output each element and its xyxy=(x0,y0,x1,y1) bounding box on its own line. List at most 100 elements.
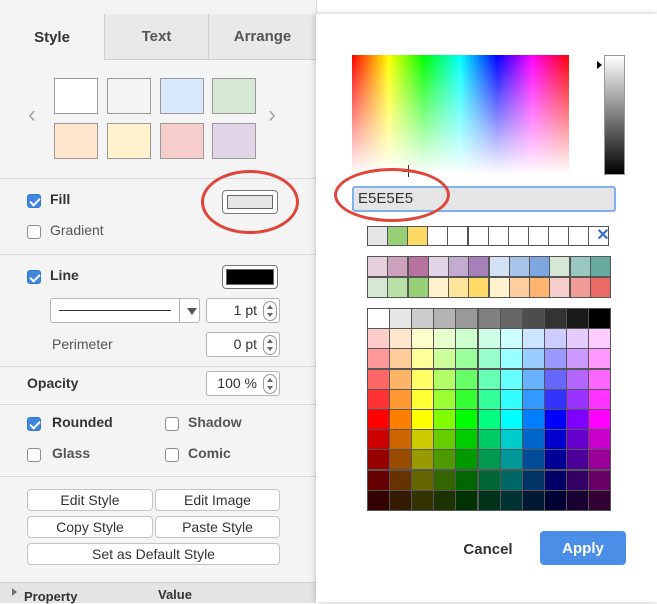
copy-style-button[interactable]: Copy Style xyxy=(27,516,153,538)
palette-color-swatch[interactable] xyxy=(367,308,390,329)
palette-color-swatch[interactable] xyxy=(522,429,545,450)
palette-color-swatch[interactable] xyxy=(433,328,456,349)
cancel-button[interactable]: Cancel xyxy=(452,533,524,565)
recent-color-swatch[interactable] xyxy=(528,226,549,246)
preset-color-swatch[interactable] xyxy=(428,256,449,277)
palette-color-swatch[interactable] xyxy=(478,308,501,329)
palette-color-swatch[interactable] xyxy=(455,470,478,491)
palette-color-swatch[interactable] xyxy=(566,449,589,470)
palette-color-swatch[interactable] xyxy=(566,470,589,491)
palette-color-swatch[interactable] xyxy=(566,308,589,329)
palette-color-swatch[interactable] xyxy=(500,328,523,349)
preset-color-swatch[interactable] xyxy=(428,277,449,298)
preset-color-swatch[interactable] xyxy=(529,256,550,277)
palette-color-swatch[interactable] xyxy=(522,389,545,410)
style-swatch[interactable] xyxy=(54,123,98,159)
palette-color-swatch[interactable] xyxy=(367,389,390,410)
palette-color-swatch[interactable] xyxy=(500,409,523,430)
palette-color-swatch[interactable] xyxy=(433,409,456,430)
palette-color-swatch[interactable] xyxy=(544,470,567,491)
palette-color-swatch[interactable] xyxy=(411,409,434,430)
palette-color-swatch[interactable] xyxy=(588,348,611,369)
palette-color-swatch[interactable] xyxy=(433,348,456,369)
palette-color-swatch[interactable] xyxy=(566,389,589,410)
palette-color-swatch[interactable] xyxy=(411,449,434,470)
palette-color-swatch[interactable] xyxy=(367,470,390,491)
palette-color-swatch[interactable] xyxy=(411,308,434,329)
edit-image-button[interactable]: Edit Image xyxy=(155,489,280,511)
palette-color-swatch[interactable] xyxy=(367,449,390,470)
clear-recent-icon[interactable]: ✕ xyxy=(595,228,611,244)
preset-color-swatch[interactable] xyxy=(590,277,611,298)
palette-color-swatch[interactable] xyxy=(389,369,412,390)
apply-button[interactable]: Apply xyxy=(540,531,626,565)
palette-color-swatch[interactable] xyxy=(455,389,478,410)
preset-color-swatch[interactable] xyxy=(367,256,388,277)
recent-color-swatch[interactable] xyxy=(427,226,448,246)
perimeter-field[interactable]: 0 pt xyxy=(206,332,280,357)
palette-color-swatch[interactable] xyxy=(433,308,456,329)
palette-color-swatch[interactable] xyxy=(367,348,390,369)
palette-color-swatch[interactable] xyxy=(455,369,478,390)
palette-color-swatch[interactable] xyxy=(411,470,434,491)
palette-color-swatch[interactable] xyxy=(367,409,390,430)
style-swatch[interactable] xyxy=(160,78,204,114)
palette-color-swatch[interactable] xyxy=(411,328,434,349)
preset-color-swatch[interactable] xyxy=(549,256,570,277)
palette-color-swatch[interactable] xyxy=(544,490,567,511)
palette-color-swatch[interactable] xyxy=(522,470,545,491)
style-swatch[interactable] xyxy=(212,123,256,159)
recent-color-swatch[interactable] xyxy=(447,226,468,246)
perimeter-stepper[interactable] xyxy=(263,335,277,355)
palette-color-swatch[interactable] xyxy=(389,308,412,329)
preset-color-swatch[interactable] xyxy=(408,256,429,277)
palette-color-swatch[interactable] xyxy=(478,429,501,450)
palette-color-swatch[interactable] xyxy=(478,490,501,511)
palette-color-swatch[interactable] xyxy=(367,328,390,349)
palette-color-swatch[interactable] xyxy=(500,369,523,390)
palette-color-swatch[interactable] xyxy=(411,429,434,450)
recent-color-swatch[interactable] xyxy=(367,226,388,246)
style-swatch[interactable] xyxy=(212,78,256,114)
style-swatch[interactable] xyxy=(107,123,151,159)
palette-color-swatch[interactable] xyxy=(544,369,567,390)
preset-color-swatch[interactable] xyxy=(509,277,530,298)
opacity-stepper[interactable] xyxy=(263,374,277,394)
palette-color-swatch[interactable] xyxy=(566,429,589,450)
palette-color-swatch[interactable] xyxy=(544,348,567,369)
palette-color-swatch[interactable] xyxy=(588,409,611,430)
style-swatch[interactable] xyxy=(107,78,151,114)
palette-color-swatch[interactable] xyxy=(389,449,412,470)
palette-color-swatch[interactable] xyxy=(522,449,545,470)
preset-color-swatch[interactable] xyxy=(408,277,429,298)
palette-color-swatch[interactable] xyxy=(566,409,589,430)
palette-color-swatch[interactable] xyxy=(455,308,478,329)
palette-color-swatch[interactable] xyxy=(389,429,412,450)
style-swatch[interactable] xyxy=(54,78,98,114)
palette-color-swatch[interactable] xyxy=(411,490,434,511)
palette-color-swatch[interactable] xyxy=(478,328,501,349)
palette-color-swatch[interactable] xyxy=(389,348,412,369)
palette-color-swatch[interactable] xyxy=(522,348,545,369)
palette-color-swatch[interactable] xyxy=(500,449,523,470)
shadow-checkbox[interactable] xyxy=(165,417,179,431)
palette-color-swatch[interactable] xyxy=(544,389,567,410)
palette-color-swatch[interactable] xyxy=(588,429,611,450)
expand-icon[interactable] xyxy=(12,588,17,596)
palette-color-swatch[interactable] xyxy=(389,409,412,430)
palette-color-swatch[interactable] xyxy=(455,328,478,349)
preset-color-swatch[interactable] xyxy=(448,256,469,277)
palette-color-swatch[interactable] xyxy=(433,490,456,511)
comic-checkbox[interactable] xyxy=(165,448,179,462)
color-spectrum[interactable] xyxy=(352,55,569,177)
palette-color-swatch[interactable] xyxy=(455,348,478,369)
line-checkbox[interactable] xyxy=(27,270,41,284)
preset-color-swatch[interactable] xyxy=(468,277,489,298)
palette-color-swatch[interactable] xyxy=(367,490,390,511)
palette-color-swatch[interactable] xyxy=(566,490,589,511)
palette-color-swatch[interactable] xyxy=(478,409,501,430)
palette-color-swatch[interactable] xyxy=(566,328,589,349)
preset-color-swatch[interactable] xyxy=(570,277,591,298)
palette-color-swatch[interactable] xyxy=(522,328,545,349)
palette-color-swatch[interactable] xyxy=(455,449,478,470)
